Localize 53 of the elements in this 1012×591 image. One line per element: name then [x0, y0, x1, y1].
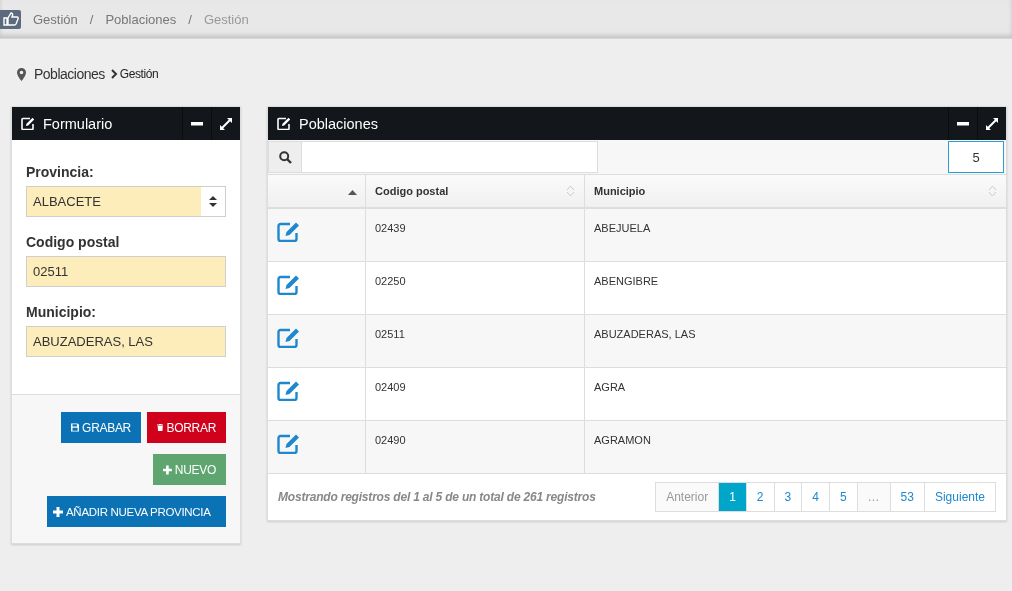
plus-icon — [163, 464, 172, 475]
delete-button[interactable]: BORRAR — [147, 412, 226, 443]
search-icon — [278, 150, 292, 164]
trash-icon — [157, 422, 164, 433]
map-pin-icon — [17, 67, 26, 81]
panel-title: Formulario — [43, 115, 114, 132]
breadcrumb-item: Gestión — [203, 11, 249, 27]
breadcrumb-item[interactable]: Poblaciones — [105, 11, 177, 27]
section-title: Poblaciones — [34, 66, 105, 82]
edit-icon — [21, 117, 35, 130]
edit-icon — [277, 117, 291, 130]
breadcrumb-separator: / — [188, 11, 192, 27]
edit-icon[interactable] — [277, 381, 300, 401]
field-label: Provincia: — [26, 164, 95, 180]
page-subtitle: Gestión — [119, 67, 159, 81]
panel-title: Poblaciones — [299, 115, 379, 132]
table-cell: ABUZADERAS, LAS — [584, 314, 1006, 368]
breadcrumb-separator: / — [89, 11, 94, 27]
search-field[interactable] — [268, 141, 598, 173]
expand-icon — [986, 117, 998, 130]
edit-icon[interactable] — [277, 275, 300, 295]
table-cell: 02490 — [365, 420, 585, 473]
table-cell: 02511 — [365, 314, 585, 368]
field-label: Codigo postal — [26, 234, 121, 250]
table-cell: 02439 — [365, 208, 585, 262]
chevron-right-icon — [110, 69, 118, 79]
save-button[interactable]: GRABAR — [61, 412, 141, 443]
page-button[interactable]: 1 — [718, 483, 746, 511]
sort-icon — [566, 184, 575, 198]
page-size-field[interactable]: 5 — [948, 141, 1004, 173]
text-field[interactable]: ABUZADERAS, LAS — [26, 326, 226, 357]
minus-icon — [957, 121, 969, 126]
table-cell: ABEJUELA — [584, 208, 1006, 262]
sort-ascending-icon — [348, 190, 357, 195]
expand-icon — [220, 117, 232, 130]
edit-icon[interactable] — [277, 434, 300, 454]
records-info: Mostrando registros del 1 al 5 de un total de 261 registros — [278, 490, 596, 504]
sort-arrows-icon — [209, 196, 217, 207]
breadcrumb-item[interactable]: Gestión — [33, 11, 78, 27]
sort-icon — [988, 184, 997, 198]
text-field[interactable]: 02511 — [26, 256, 226, 287]
plus-icon — [53, 506, 63, 517]
add-province-button[interactable]: AÑADIR NUEVA PROVINCIA — [47, 496, 226, 527]
province-select[interactable]: ALBACETE — [26, 186, 226, 217]
column-header[interactable]: Codigo postal — [365, 175, 585, 208]
field-label: Municipio: — [26, 304, 97, 320]
minus-icon — [191, 121, 203, 126]
edit-icon[interactable] — [277, 328, 300, 348]
column-header[interactable]: Municipio — [584, 175, 1006, 208]
new-button[interactable]: NUEVO — [153, 454, 226, 485]
edit-icon[interactable] — [277, 222, 300, 242]
table-cell: AGRAMON — [584, 420, 1006, 473]
thumbs-up-icon — [0, 9, 21, 29]
